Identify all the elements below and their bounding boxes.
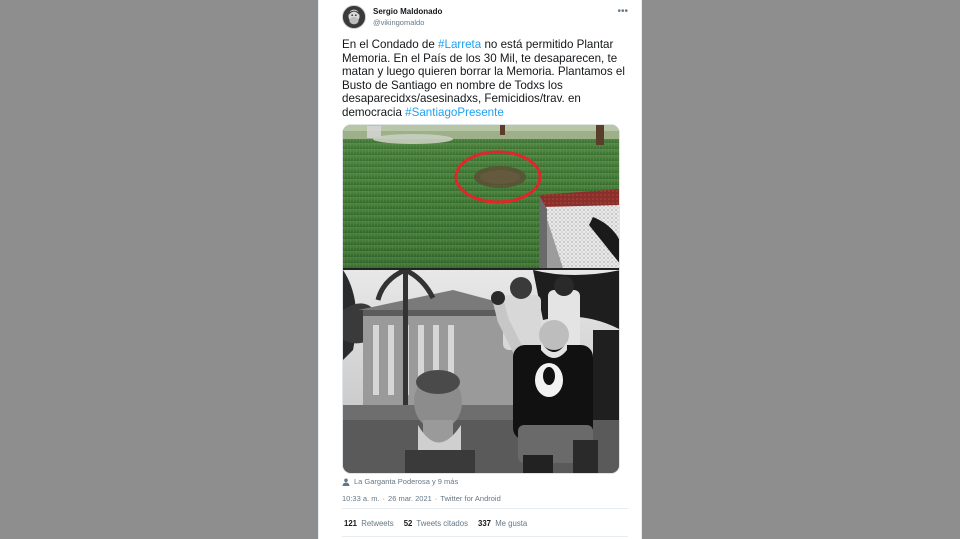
separator: ·: [434, 494, 438, 503]
person-icon: [342, 478, 350, 486]
author-name[interactable]: Sergio Maldonado: [373, 7, 442, 16]
quotes-count: 52: [403, 519, 413, 528]
tweet-media[interactable]: [342, 124, 620, 474]
quotes-label: Tweets citados: [416, 519, 468, 528]
avatar[interactable]: [342, 5, 366, 29]
quotes-stat[interactable]: 52 Tweets citados: [404, 519, 468, 528]
author-handle[interactable]: @vikingomaldo: [373, 18, 424, 27]
tweet-card: Sergio Maldonado @vikingomaldo ••• En el…: [318, 0, 642, 539]
tweet-text-part1: En el Condado de: [342, 38, 439, 51]
tweet-timestamp: 10:33 a. m. · 26 mar. 2021 · Twitter for And…: [342, 494, 501, 503]
tagged-text: La Garganta Poderosa y 9 más: [354, 477, 459, 486]
likes-stat[interactable]: 337 Me gusta: [478, 519, 527, 528]
likes-count: 337: [478, 519, 492, 528]
tweet-text: En el Condado de #Larreta no está permit…: [342, 38, 628, 120]
tweet-stats: 121 Retweets 52 Tweets citados 337 Me gu…: [344, 519, 527, 528]
retweets-count: 121: [344, 519, 358, 528]
hashtag-link-santiagopresente[interactable]: #SantiagoPresente: [405, 106, 504, 119]
likes-label: Me gusta: [495, 519, 528, 528]
more-horizontal-icon[interactable]: •••: [617, 6, 628, 17]
retweets-stat[interactable]: 121 Retweets: [344, 519, 394, 528]
tagged-users[interactable]: La Garganta Poderosa y 9 más: [342, 477, 458, 486]
divider: [342, 508, 628, 509]
retweets-label: Retweets: [361, 519, 394, 528]
media-photo-lawn[interactable]: [343, 125, 619, 268]
tweet-client[interactable]: Twitter for Android: [440, 494, 500, 503]
tweet-time[interactable]: 10:33 a. m.: [342, 494, 380, 503]
divider: [342, 536, 628, 537]
media-photo-bust[interactable]: [343, 270, 619, 473]
tweet-header: Sergio Maldonado @vikingomaldo •••: [342, 4, 632, 30]
separator: ·: [382, 494, 386, 503]
hashtag-link-larreta[interactable]: #Larreta: [438, 38, 481, 51]
tweet-date[interactable]: 26 mar. 2021: [388, 494, 432, 503]
